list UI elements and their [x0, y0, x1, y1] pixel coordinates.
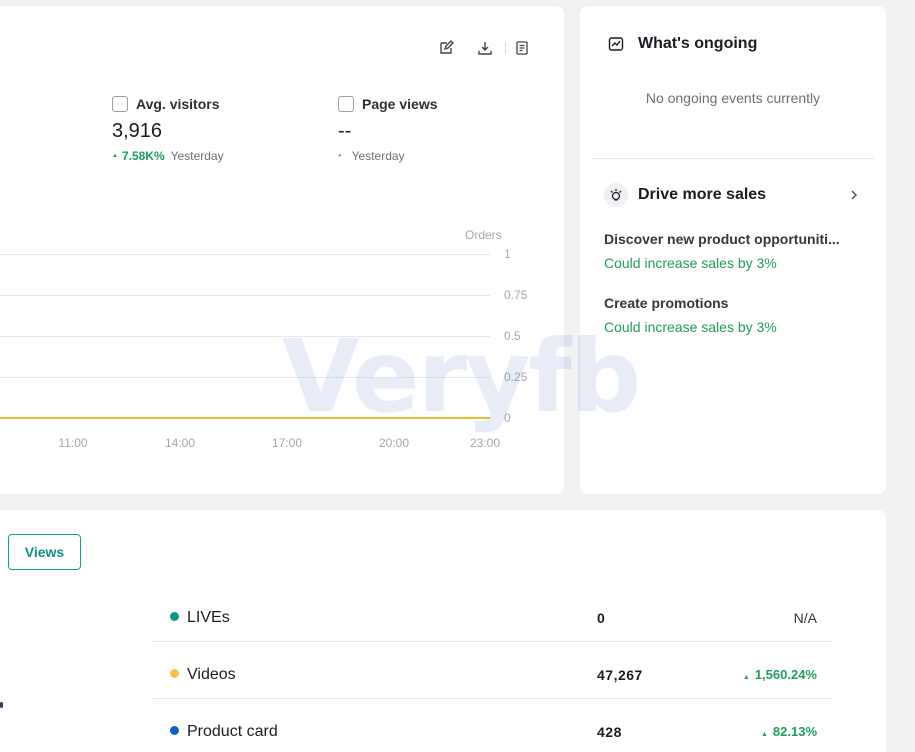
- neutral-dot-icon: ●: [338, 153, 342, 159]
- page-views-checkbox[interactable]: [338, 96, 354, 112]
- avg-visitors-label: Avg. visitors: [136, 96, 220, 112]
- x-tick-label: 11:00: [58, 436, 88, 450]
- page-views-delta: ● Yesterday: [338, 149, 438, 163]
- page-views-value: --: [338, 120, 352, 142]
- opportunity-subtitle: Could increase sales by 3%: [604, 319, 777, 335]
- metric-avg-visitors: Avg. visitors 3,916 ▲ 7.58K% Yesterday: [112, 96, 224, 163]
- source-name: Videos: [187, 666, 236, 683]
- grid-line: [0, 295, 490, 296]
- drive-sales-title: Drive more sales: [638, 186, 767, 203]
- opportunity-item[interactable]: Create promotions Could increase sales b…: [604, 295, 840, 335]
- y-axis-label: Orders: [465, 228, 502, 242]
- views-tab-button[interactable]: Views: [8, 534, 81, 570]
- legend-dot: [170, 612, 179, 621]
- avg-visitors-change: 7.58K%: [121, 149, 165, 163]
- y-tick-label: 0.25: [504, 370, 528, 384]
- table-row[interactable]: LIVEs 0 N/A: [153, 585, 833, 642]
- page-views-label: Page views: [362, 96, 438, 112]
- report-icon[interactable]: [514, 40, 530, 56]
- ongoing-title: What's ongoing: [638, 35, 758, 52]
- avg-visitors-comparison: Yesterday: [170, 149, 224, 163]
- up-arrow-icon: ▲: [760, 731, 768, 738]
- source-value: 47,267: [597, 667, 643, 683]
- opportunity-title: Create promotions: [604, 295, 729, 311]
- edit-icon[interactable]: [438, 40, 454, 56]
- grid-line: [0, 336, 490, 337]
- y-tick-label: 1: [504, 247, 511, 261]
- chevron-right-icon[interactable]: [848, 187, 860, 203]
- drive-sales-header[interactable]: Drive more sales: [604, 183, 766, 207]
- x-tick-label: 20:00: [378, 436, 410, 450]
- opportunity-item[interactable]: Discover new product opportuniti... Coul…: [604, 231, 840, 271]
- source-change-value: 82.13%: [772, 724, 817, 739]
- table-row[interactable]: Product card 428 ▲ 82.13%: [153, 699, 833, 752]
- download-icon[interactable]: [477, 40, 493, 56]
- avg-visitors-delta: ▲ 7.58K% Yesterday: [112, 149, 224, 163]
- toolbar-separator: [505, 42, 506, 54]
- y-tick-label: 0.5: [504, 329, 521, 343]
- source-change: ▲ 1,560.24%: [743, 667, 817, 682]
- source-value: 0: [597, 610, 606, 626]
- section-divider: [592, 158, 874, 159]
- source-change: N/A: [793, 610, 817, 626]
- source-name: LIVEs: [187, 609, 230, 626]
- page-views-toggle[interactable]: Page views: [338, 96, 438, 112]
- grid-line: [0, 254, 490, 255]
- scroll-indicator: [0, 702, 3, 708]
- avg-visitors-value: 3,916: [112, 120, 163, 142]
- overview-card: Avg. visitors 3,916 ▲ 7.58K% Yesterday P…: [0, 6, 564, 494]
- opportunity-title: Discover new product opportuniti...: [604, 231, 840, 247]
- source-change: ▲ 82.13%: [761, 724, 817, 739]
- avg-visitors-toggle[interactable]: Avg. visitors: [112, 96, 224, 112]
- side-panel: What's ongoing No ongoing events current…: [580, 6, 886, 494]
- source-change-value: 1,560.24%: [754, 667, 817, 682]
- x-tick-label: 14:00: [164, 436, 196, 450]
- ongoing-header: What's ongoing: [604, 32, 757, 56]
- table-row[interactable]: Videos 47,267 ▲ 1,560.24%: [153, 642, 833, 699]
- metric-page-views: Page views -- ● Yesterday: [338, 96, 438, 163]
- trend-chart-icon: [604, 32, 628, 56]
- page-views-comparison: Yesterday: [351, 149, 405, 163]
- bulb-icon: [604, 183, 628, 207]
- opportunity-subtitle: Could increase sales by 3%: [604, 255, 777, 271]
- y-tick-label: 0: [504, 411, 511, 425]
- legend-dot: [170, 726, 179, 735]
- source-value: 428: [597, 724, 622, 740]
- ongoing-empty-text: No ongoing events currently: [645, 90, 821, 106]
- grid-line: [0, 377, 490, 378]
- up-arrow-icon: ▲: [742, 674, 750, 681]
- legend-dot: [170, 669, 179, 678]
- up-arrow-icon: ▲: [112, 153, 118, 159]
- avg-visitors-checkbox[interactable]: [112, 96, 128, 112]
- source-name: Product card: [187, 723, 278, 740]
- series-line: [0, 417, 490, 419]
- y-tick-label: 0.75: [504, 288, 528, 302]
- x-tick-label: 17:00: [271, 436, 303, 450]
- traffic-card: Views LIVEs 0 N/A Videos 47,267 ▲ 1,560.2…: [0, 510, 886, 752]
- x-tick-label: 23:00: [469, 436, 501, 450]
